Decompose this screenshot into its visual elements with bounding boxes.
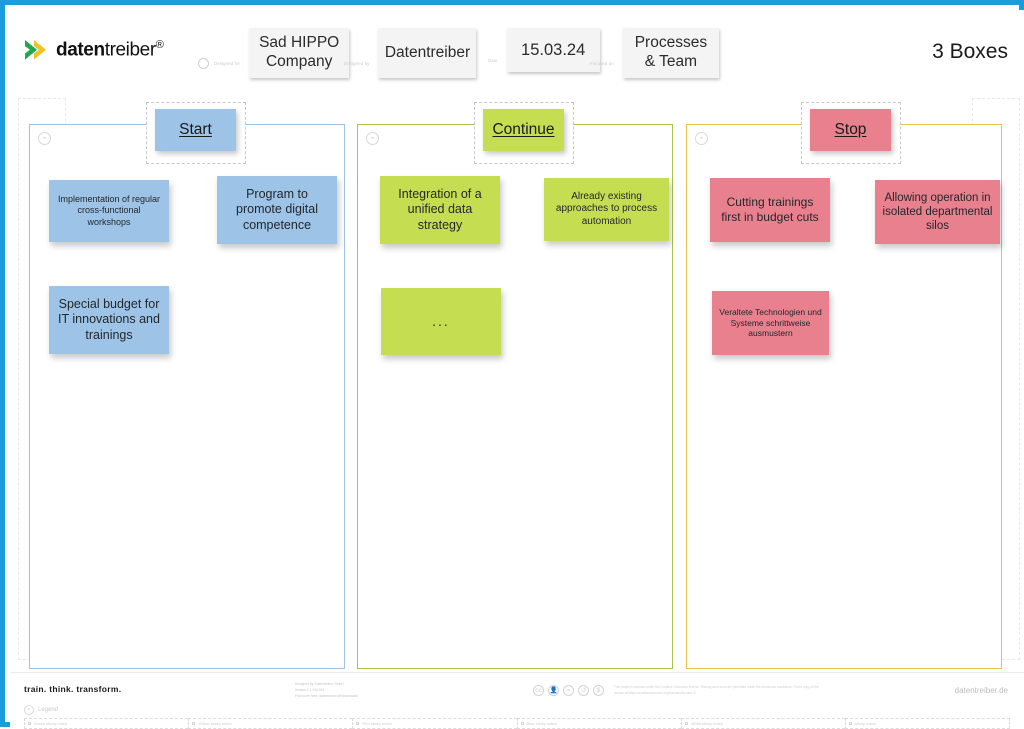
note-continue-1[interactable]: Integration of a unified data strategy [380,176,500,244]
header: datentreiber® Designed for Sad HIPPO Comp… [10,10,1024,98]
cc-nc-icon[interactable]: $ [593,684,604,696]
designed-for-icon [198,57,209,69]
legend-icon[interactable]: ◓ [24,705,34,715]
legend-item: Yellow sticky notes [188,718,353,729]
legend-item: White sticky notes [680,718,845,729]
footer: train. think. transform. Designed by: Da… [10,672,1024,729]
legend-label: Legend [38,707,59,713]
note-continue-2-text: Already existing approaches to process a… [555,190,658,227]
footer-credits: Designed by: Datentreiber GmbH Version 1.… [295,682,358,699]
cc-by-icon[interactable]: 👤 [548,684,559,696]
note-stop-2[interactable]: Allowing operation in isolated departmen… [875,180,1000,244]
note-continue-3-text: ... [432,312,450,329]
focus-label: Focused on [590,60,614,66]
note-stop-1-text: Cutting trainings first in budget cuts [721,195,819,224]
note-start-2-text: Program to promote digital competence [236,186,318,232]
date-value[interactable]: 15.03.24 [506,28,600,72]
focus-value[interactable]: Processes & Team [622,28,719,78]
tab-stop[interactable]: Stop [810,109,891,151]
tab-continue-label: Continue [492,121,555,138]
cc-license-text: This model is licensed under the Creativ… [614,685,819,696]
note-start-2[interactable]: Program to promote digital competence [217,176,337,244]
legend-swatch-icon [192,722,196,725]
legend-swatch-icon [356,722,360,725]
cc-nd-icon[interactable]: = [563,684,574,696]
legend-header: ◓ Legend [24,705,58,715]
footer-site-link[interactable]: datentreiber.de [955,686,1008,695]
legend-swatch-icon [848,722,852,725]
legend-item: Green sticky notes [24,718,189,729]
tab-start[interactable]: Start [155,109,236,151]
chevron-logo-icon [25,40,46,60]
cc-license-row: cc 👤 = ↺ $ This model is licensed under … [533,684,829,696]
brand-wordmark: datentreiber® [56,38,164,61]
footer-divider [10,672,1024,673]
date-text: 15.03.24 [521,40,586,59]
note-start-3-text: Special budget for IT innovations and tr… [58,296,160,342]
note-continue-2[interactable]: Already existing approaches to process a… [544,178,669,241]
brand-logo: datentreiber® [24,38,164,62]
note-start-3[interactable]: Special budget for IT innovations and tr… [49,286,169,354]
designed-by-value[interactable]: Datentreiber [378,28,477,78]
tab-continue[interactable]: Continue [483,109,564,151]
column-stop-options-icon[interactable]: ◓ [695,132,708,145]
designed-by-text: Datentreiber [384,43,471,61]
tab-stop-label: Stop [834,121,867,138]
legend-swatch-icon [684,722,688,725]
header-field-date: Date 15.03.24 [488,28,600,72]
footer-tagline: train. think. transform. [24,684,122,694]
note-stop-1[interactable]: Cutting trainings first in budget cuts [710,178,830,242]
designed-for-value[interactable]: Sad HIPPO Company [249,28,350,78]
legend-item-label: White sticky notes [690,721,723,726]
header-field-designed-by: Designed by Datentreiber [344,28,477,78]
legend-swatch-icon [520,722,524,725]
date-label: Date [488,57,498,63]
legend-item-label: sticky notes [854,721,876,726]
canvas-sheet: datentreiber® Designed for Sad HIPPO Comp… [10,10,1024,729]
canvas-frame: datentreiber® Designed for Sad HIPPO Comp… [0,0,1024,729]
legend-item-label: Green sticky notes [34,721,68,726]
legend-item-label: Blue sticky notes [526,721,557,726]
legend-swatch-icon [28,722,31,725]
legend-item: Red sticky notes [352,718,517,729]
legend-row: Green sticky notes Yellow sticky notes R… [24,718,1011,729]
designed-by-label: Designed by [344,60,370,66]
brand-light: treiber [104,39,156,61]
designed-for-label: Designed for [214,60,241,66]
legend-item-label: Yellow sticky notes [198,721,232,726]
note-stop-3-text: Veraltete Technologien und Systeme schri… [719,307,822,339]
cc-sa-icon[interactable]: ↺ [578,684,589,696]
header-field-designed-for: Designed for Sad HIPPO Company [198,28,350,78]
note-continue-3[interactable]: ... [381,288,501,355]
note-start-1-text: Implementation of regular cross-function… [57,194,161,227]
page-title: 3 Boxes [932,40,1008,63]
note-continue-1-text: Integration of a unified data strategy [398,186,482,232]
note-stop-2-text: Allowing operation in isolated departmen… [882,191,993,233]
legend-item: Blue sticky notes [516,718,681,729]
brand-registered: ® [155,38,164,51]
legend-item-label: Red sticky notes [362,721,392,726]
column-continue-options-icon[interactable]: ◓ [366,132,379,145]
brand-bold: daten [56,39,105,61]
header-field-focus: Focused on Processes & Team [590,28,719,78]
column-start-options-icon[interactable]: ◓ [38,132,51,145]
cc-icon[interactable]: cc [533,684,544,696]
tab-start-label: Start [179,121,212,138]
note-stop-3[interactable]: Veraltete Technologien und Systeme schri… [712,291,829,355]
legend-item: sticky notes [844,718,1011,729]
note-start-1[interactable]: Implementation of regular cross-function… [49,180,169,242]
